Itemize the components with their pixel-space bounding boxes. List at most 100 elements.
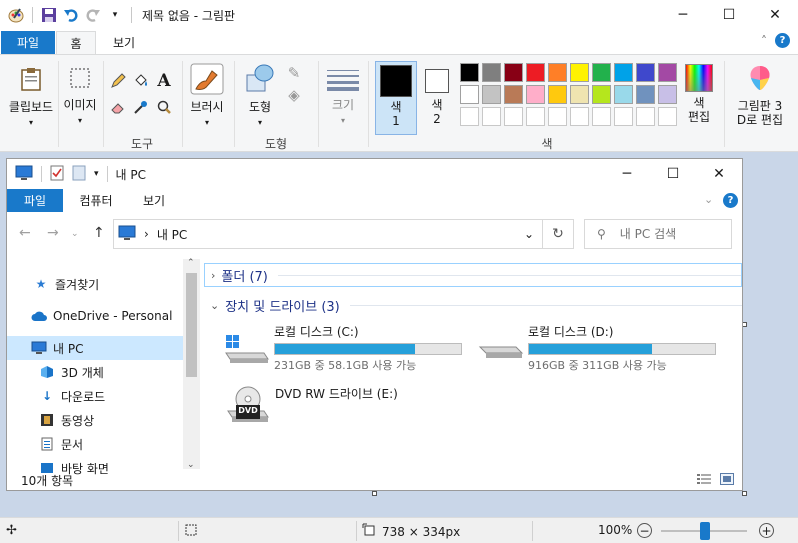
explorer-maximize-button[interactable]: ☐ (650, 159, 696, 189)
nav-item-documents[interactable]: 문서 (7, 432, 183, 456)
explorer-tab-file[interactable]: 파일 (7, 189, 63, 212)
palette-swatch[interactable] (460, 85, 479, 104)
chevron-down-icon[interactable]: ⌄ (704, 193, 713, 206)
palette-swatch[interactable] (548, 107, 567, 126)
properties-icon[interactable] (50, 165, 64, 184)
palette-swatch[interactable] (592, 63, 611, 82)
address-dropdown-icon[interactable]: ⌄ (524, 227, 534, 241)
palette-swatch[interactable] (592, 85, 611, 104)
zoom-in-button[interactable]: + (759, 523, 774, 538)
edit-colors-button[interactable]: 색 편집 (682, 61, 716, 135)
palette-swatch[interactable] (636, 85, 655, 104)
palette-swatch[interactable] (504, 63, 523, 82)
scroll-up-icon[interactable]: ⌃ (187, 258, 195, 268)
shape-fill-icon[interactable]: ◈ (284, 85, 304, 105)
palette-swatch[interactable] (570, 63, 589, 82)
help-icon[interactable]: ? (775, 33, 790, 48)
large-icons-view-icon[interactable] (720, 473, 734, 488)
palette-swatch[interactable] (526, 85, 545, 104)
explorer-tab-computer[interactable]: 컴퓨터 (71, 189, 121, 212)
details-view-icon[interactable] (697, 473, 711, 488)
eraser-icon[interactable] (108, 97, 128, 117)
save-icon[interactable] (41, 7, 57, 23)
explorer-minimize-button[interactable]: ─ (604, 159, 650, 189)
palette-swatch[interactable] (614, 107, 633, 126)
palette-swatch[interactable] (482, 85, 501, 104)
magnifier-icon[interactable] (154, 97, 174, 117)
minimize-button[interactable]: ─ (660, 0, 706, 30)
nav-item-onedrive[interactable]: OneDrive - Personal (7, 304, 183, 328)
address-bar[interactable]: › 내 PC ⌄ (113, 219, 543, 249)
breadcrumb[interactable]: 내 PC (157, 226, 187, 243)
drives-section-header[interactable]: ⌄ 장치 및 드라이브 (3) (204, 293, 742, 317)
back-arrow-icon[interactable]: ← (19, 225, 31, 241)
palette-swatch[interactable] (592, 107, 611, 126)
paint-app-icon[interactable] (8, 7, 24, 23)
search-input[interactable] (619, 227, 730, 241)
palette-swatch[interactable] (658, 63, 677, 82)
search-box[interactable]: ⚲ (584, 219, 732, 249)
redo-icon[interactable] (85, 7, 101, 23)
outline-icon[interactable]: ✎ (284, 63, 304, 83)
refresh-button[interactable]: ↻ (542, 219, 574, 249)
palette-swatch[interactable] (636, 107, 655, 126)
palette-swatch[interactable] (504, 107, 523, 126)
resize-handle-bottom[interactable] (372, 491, 377, 496)
nav-item-quick-access[interactable]: ★ 즐겨찾기 (7, 272, 183, 296)
nav-item-videos[interactable]: 동영상 (7, 408, 183, 432)
palette-swatch[interactable] (614, 63, 633, 82)
tab-view[interactable]: 보기 (104, 31, 144, 54)
new-folder-icon[interactable] (72, 165, 86, 184)
palette-swatch[interactable] (636, 63, 655, 82)
palette-swatch[interactable] (658, 85, 677, 104)
color2-button[interactable]: 색 2 (421, 61, 453, 135)
close-button[interactable]: ✕ (752, 0, 798, 30)
palette-swatch[interactable] (548, 63, 567, 82)
palette-swatch[interactable] (548, 85, 567, 104)
tab-home[interactable]: 홈 (56, 31, 96, 54)
nav-pane-scrollbar[interactable]: ⌃ ⌄ (183, 258, 200, 470)
palette-swatch[interactable] (570, 107, 589, 126)
help-icon[interactable]: ? (723, 193, 738, 208)
color-picker-icon[interactable] (131, 97, 151, 117)
forward-arrow-icon[interactable]: → (47, 225, 59, 241)
text-icon[interactable]: A (154, 71, 174, 91)
drive-item-c[interactable]: 로컬 디스크 (C:) 231GB 중 58.1GB 사용 가능 (224, 323, 462, 373)
size-button[interactable]: 크기 ▾ (322, 61, 364, 127)
palette-swatch[interactable] (570, 85, 589, 104)
folders-section-header[interactable]: › 폴더 (7) (204, 263, 742, 287)
zoom-slider-thumb[interactable] (700, 522, 710, 540)
up-arrow-icon[interactable]: ↑ (93, 225, 105, 241)
palette-swatch[interactable] (482, 107, 501, 126)
brush-button[interactable]: 브러시 ▾ (186, 61, 228, 127)
drive-item-e[interactable]: DVD DVD RW 드라이브 (E:) (224, 385, 398, 425)
edit-with-paint3d-button[interactable]: 그림판 3 D로 편집 (730, 61, 790, 135)
explorer-tab-view[interactable]: 보기 (133, 189, 175, 212)
customize-dropdown-icon[interactable]: ▾ (94, 169, 99, 179)
pencil-icon[interactable] (108, 71, 128, 91)
clipboard-button[interactable]: 클립보드 ▾ (8, 61, 54, 127)
color1-button[interactable]: 색 1 (375, 61, 417, 135)
palette-swatch[interactable] (504, 85, 523, 104)
undo-icon[interactable] (63, 7, 79, 23)
scrollbar-thumb[interactable] (186, 273, 197, 377)
tab-file[interactable]: 파일 (1, 31, 55, 54)
maximize-button[interactable]: ☐ (706, 0, 752, 30)
nav-item-downloads[interactable]: ↓ 다운로드 (7, 384, 183, 408)
zoom-out-button[interactable]: − (637, 523, 652, 538)
palette-swatch[interactable] (614, 85, 633, 104)
shape-button[interactable]: 도형 ▾ (240, 61, 280, 127)
palette-swatch[interactable] (460, 63, 479, 82)
customize-dropdown-icon[interactable]: ▾ (107, 7, 123, 23)
drive-item-d[interactable]: 로컬 디스크 (D:) 916GB 중 311GB 사용 가능 (478, 323, 716, 373)
palette-swatch[interactable] (460, 107, 479, 126)
explorer-close-button[interactable]: ✕ (696, 159, 742, 189)
fill-bucket-icon[interactable] (131, 71, 151, 91)
recent-dropdown-icon[interactable]: ⌄ (71, 229, 79, 239)
resize-handle-corner[interactable] (742, 491, 747, 496)
palette-swatch[interactable] (658, 107, 677, 126)
palette-swatch[interactable] (482, 63, 501, 82)
image-button[interactable]: 이미지 ▾ (60, 61, 100, 127)
palette-swatch[interactable] (526, 63, 545, 82)
nav-item-3d-objects[interactable]: 3D 개체 (7, 360, 183, 384)
